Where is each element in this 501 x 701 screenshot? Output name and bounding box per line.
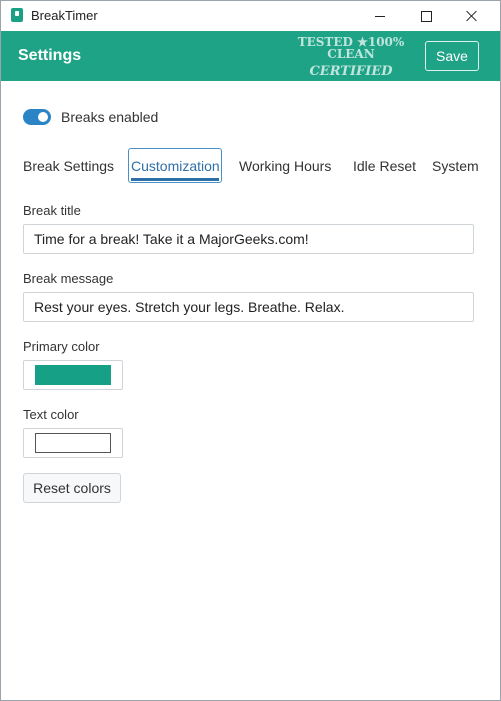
text-color-label: Text color [23, 407, 79, 422]
watermark-line-4: ★★★★★★ .COM [315, 98, 387, 108]
maximize-button[interactable] [403, 1, 449, 31]
break-title-label: Break title [23, 203, 81, 218]
break-title-input[interactable] [23, 224, 474, 254]
tab-system[interactable]: System [432, 158, 479, 174]
tab-idle-reset[interactable]: Idle Reset [353, 158, 416, 174]
watermark-line-2: CERTIFIED [309, 64, 393, 79]
minimize-icon [375, 15, 385, 17]
majorgeeks-watermark: TESTED ★100% CLEAN CERTIFIED MAJORGEEKS … [283, 34, 419, 112]
breaks-enabled-label: Breaks enabled [61, 109, 159, 125]
reset-colors-button[interactable]: Reset colors [23, 473, 121, 503]
page-title: Settings [18, 47, 82, 64]
maximize-icon [420, 10, 432, 22]
window-title: BreakTimer [31, 8, 98, 23]
save-button[interactable]: Save [425, 41, 479, 71]
watermark-line-3: MAJORGEEKS [285, 80, 417, 98]
text-color-swatch [35, 433, 111, 453]
breaktimer-app-icon [11, 8, 23, 22]
app-window: BreakTimer Settings TESTED ★100% CLEAN C… [0, 0, 501, 701]
primary-color-picker[interactable] [23, 360, 123, 390]
tab-working-hours[interactable]: Working Hours [239, 158, 331, 174]
tab-break-settings[interactable]: Break Settings [23, 158, 114, 174]
break-message-label: Break message [23, 271, 114, 286]
watermark-line-1: TESTED ★100% CLEAN [297, 35, 405, 61]
primary-color-label: Primary color [23, 339, 100, 354]
break-message-input[interactable] [23, 292, 474, 322]
active-tab-indicator [131, 178, 219, 181]
primary-color-swatch [35, 365, 111, 385]
settings-header: Settings TESTED ★100% CLEAN CERTIFIED MA… [1, 31, 500, 107]
breaks-enabled-toggle[interactable] [23, 109, 51, 125]
close-button[interactable] [449, 1, 495, 31]
close-icon [466, 10, 478, 22]
tab-customization[interactable]: Customization [131, 158, 220, 174]
minimize-button[interactable] [357, 1, 403, 31]
title-bar[interactable]: BreakTimer [1, 1, 500, 31]
text-color-picker[interactable] [23, 428, 123, 458]
toggle-knob [38, 112, 48, 122]
